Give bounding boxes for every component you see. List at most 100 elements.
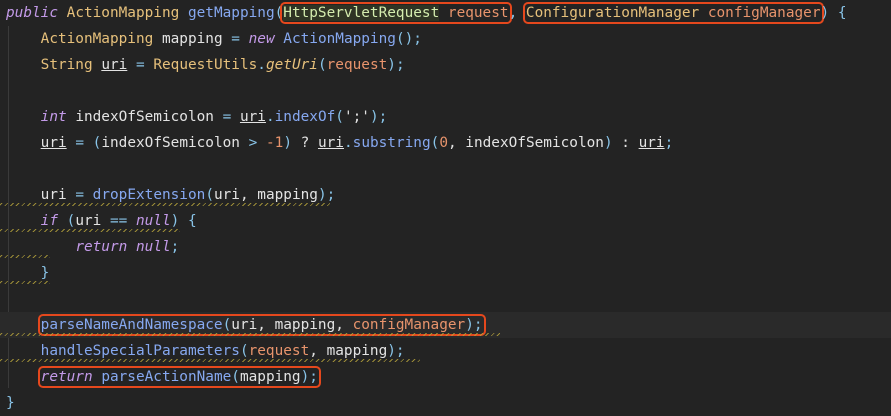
code-token: . (257, 57, 266, 73)
code-token: ); (300, 369, 318, 385)
warning-squiggle (0, 203, 330, 206)
highlight-box: HttpServletRequest request (280, 2, 512, 24)
code-segment: ) { (821, 5, 847, 21)
code-token: ActionMapping (40, 31, 154, 47)
code-token: return (40, 369, 93, 385)
code-segment: ActionMapping mapping = new ActionMappin… (6, 31, 422, 47)
code-token: getUri (265, 57, 318, 73)
code-token: = (135, 57, 145, 73)
code-token: = (222, 109, 232, 125)
code-line[interactable]: parseNameAndNamespace(uri, mapping, conf… (0, 312, 891, 338)
code-segment: if (uri == null) { (6, 213, 197, 229)
warning-squiggle (0, 359, 420, 362)
code-line[interactable]: int indexOfSemicolon = uri.indexOf(';'); (0, 104, 891, 130)
code-token: = (75, 135, 84, 151)
code-token: ); (387, 57, 405, 73)
code-token: ); (387, 343, 405, 359)
code-token: > (248, 135, 258, 151)
code-line[interactable] (0, 78, 891, 104)
code-token: dropExtension (92, 187, 206, 203)
code-token: if (40, 213, 58, 229)
code-line[interactable]: String uri = RequestUtils.getUri(request… (0, 52, 891, 78)
code-token: RequestUtils (153, 57, 258, 73)
code-token: new (248, 31, 275, 47)
code-segment: handleSpecialParameters(request, mapping… (6, 343, 405, 359)
code-line-content: ActionMapping mapping = new ActionMappin… (6, 26, 422, 52)
highlight-box: return parseActionName(mapping); (37, 366, 321, 388)
code-token: substring (352, 135, 431, 151)
code-line[interactable]: public ActionMapping getMapping(HttpServ… (0, 0, 891, 26)
code-line[interactable]: return null; (0, 234, 891, 260)
code-token: ( (205, 187, 214, 203)
code-token: request (447, 5, 509, 21)
code-segment (6, 317, 41, 333)
code-segment: } (6, 395, 15, 411)
code-segment: int indexOfSemicolon = uri.indexOf(';'); (6, 109, 388, 125)
code-line[interactable]: handleSpecialParameters(request, mapping… (0, 338, 891, 364)
code-token: ) (603, 135, 613, 151)
code-token: == (109, 213, 128, 229)
warning-squiggle (0, 229, 180, 232)
code-token: ConfigurationManager (525, 5, 700, 21)
code-line[interactable]: if (uri == null) { (0, 208, 891, 234)
code-token: handleSpecialParameters (40, 343, 240, 359)
code-line-content: return parseActionName(mapping); (6, 364, 321, 390)
code-line[interactable]: uri = (indexOfSemicolon > -1) ? uri.subs… (0, 130, 891, 156)
code-line[interactable] (0, 286, 891, 312)
code-token: uri, mapping (213, 187, 318, 203)
code-token: = (231, 31, 240, 47)
code-line[interactable]: } (0, 260, 891, 286)
warning-squiggle (0, 255, 50, 258)
code-token: uri (40, 135, 67, 151)
code-token: mapping (153, 31, 232, 47)
code-segment (6, 369, 41, 385)
code-editor[interactable]: public ActionMapping getMapping(HttpServ… (0, 0, 891, 415)
code-token: uri (317, 135, 344, 151)
code-token: { (837, 5, 847, 21)
code-line[interactable]: return parseActionName(mapping); (0, 364, 891, 390)
code-token: null (135, 239, 171, 255)
code-line[interactable] (0, 156, 891, 182)
code-segment: uri = dropExtension(uri, mapping); (6, 187, 336, 203)
code-segment: public ActionMapping getMapping( (6, 5, 283, 21)
code-token: String (40, 57, 93, 73)
code-token: uri, mapping, (231, 317, 353, 333)
code-token: { (187, 213, 197, 229)
code-line[interactable]: uri = dropExtension(uri, mapping); (0, 182, 891, 208)
code-token: 0 (439, 135, 448, 151)
code-token: ( (239, 343, 249, 359)
code-line[interactable]: ActionMapping mapping = new ActionMappin… (0, 26, 891, 52)
code-token: indexOfSemicolon (101, 135, 249, 151)
code-token: ) (820, 5, 830, 21)
code-token: return (75, 239, 128, 255)
code-token: uri (239, 109, 266, 125)
code-token: request (248, 343, 310, 359)
code-line[interactable]: } (0, 390, 891, 416)
code-line-content: uri = (indexOfSemicolon > -1) ? uri.subs… (6, 130, 674, 156)
code-token: uri (75, 213, 110, 229)
code-token: ( (231, 369, 240, 385)
code-token: ? (291, 135, 318, 151)
code-token: null (135, 213, 171, 229)
